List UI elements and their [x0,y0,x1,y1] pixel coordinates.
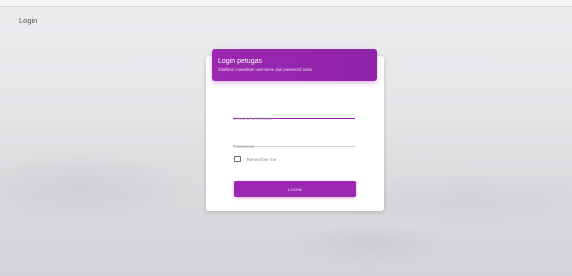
password-input[interactable] [233,141,355,154]
login-card-subtitle: Silahkan masukkan username dan password … [218,67,312,72]
password-field[interactable] [233,133,355,154]
remember-me-checkbox[interactable] [234,155,241,163]
login-button[interactable]: LOGIN [234,181,356,197]
remember-me-option[interactable]: Remember me [234,155,276,163]
window-top-edge [0,0,572,7]
navbar-brand[interactable]: Login [19,16,37,25]
email-field[interactable] [233,105,355,126]
login-card-title: Login petugas [218,58,262,65]
login-card-header: Login petugas Silahkan masukkan username… [212,49,377,81]
email-input[interactable] [233,113,355,126]
remember-me-label: Remember me [246,156,277,162]
login-page: Login Login petugas Silahkan masukkan us… [0,0,572,276]
